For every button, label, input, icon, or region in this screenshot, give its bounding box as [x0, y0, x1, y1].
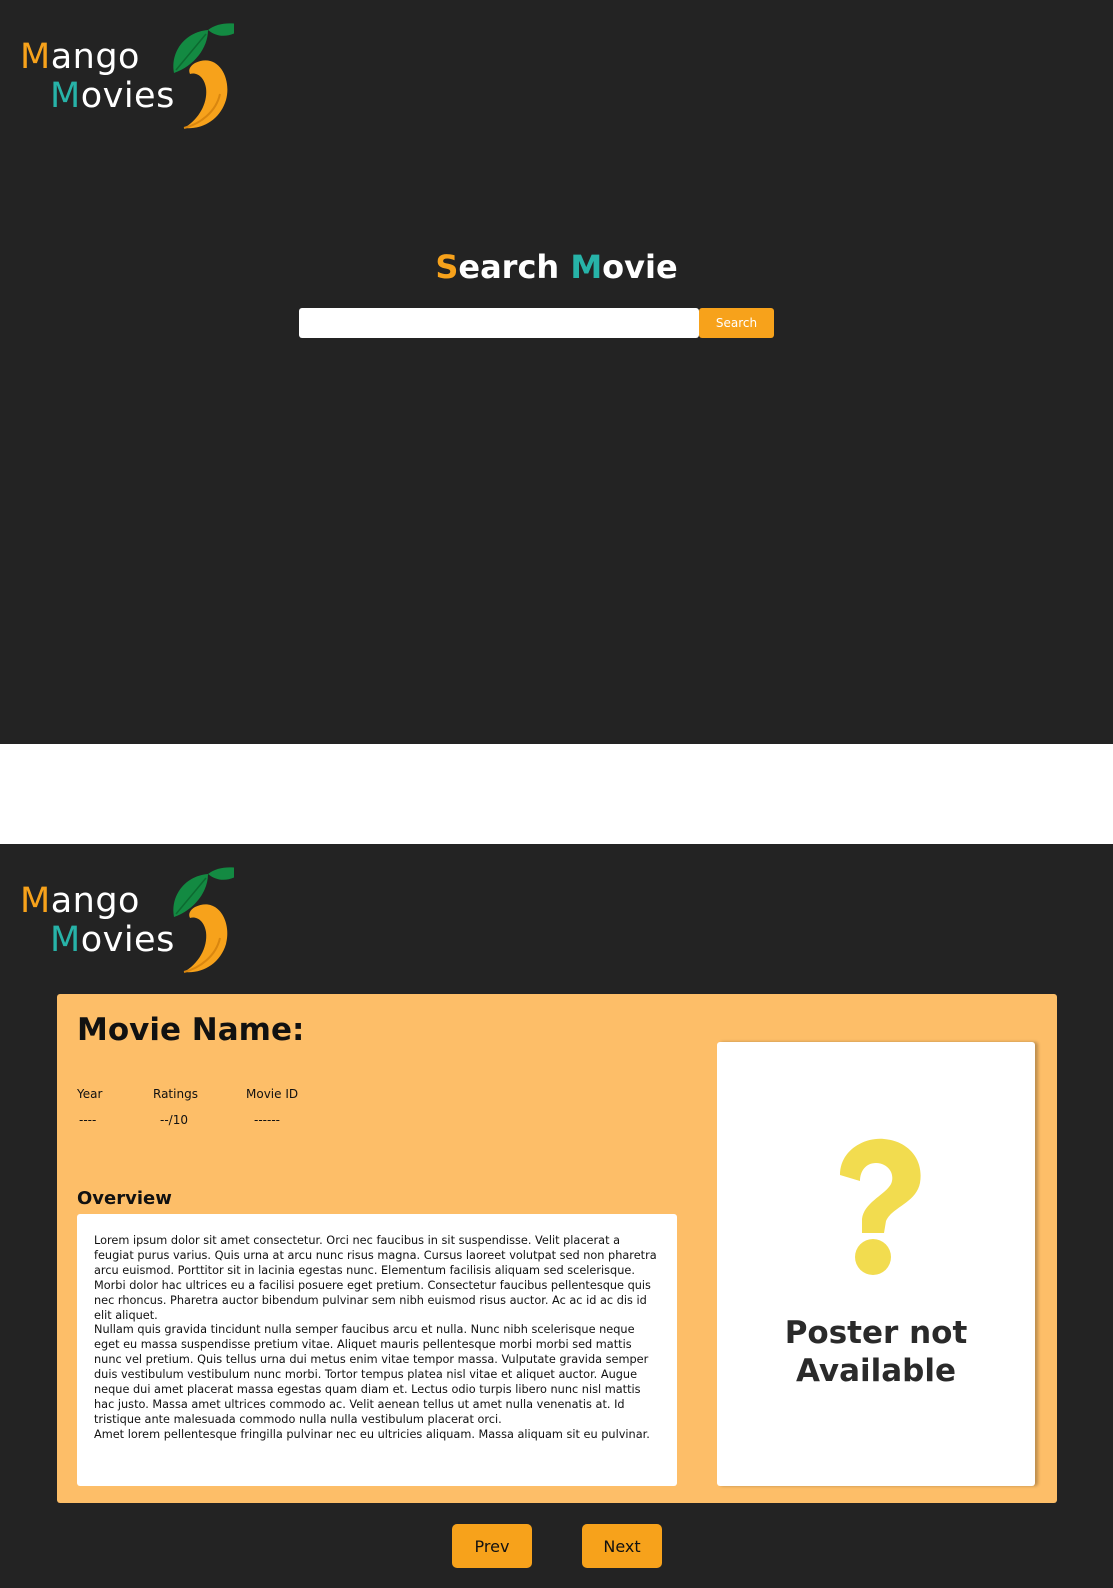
movie-id-label: Movie ID — [246, 1087, 299, 1101]
question-mark-icon — [840, 1138, 921, 1275]
logo-line-1: Mango — [20, 37, 140, 77]
search-input[interactable] — [299, 308, 699, 338]
overview-heading: Overview — [77, 1188, 172, 1209]
year-field: Year ---- — [77, 1087, 102, 1127]
brand-logo[interactable]: Mango Movies — [20, 20, 235, 132]
brand-logo[interactable]: Mango Movies — [20, 864, 235, 976]
year-label: Year — [77, 1087, 103, 1101]
movie-card: Movie Name: Year ---- Ratings --/10 Movi… — [57, 994, 1057, 1503]
search-button[interactable]: Search — [699, 308, 774, 338]
ratings-label: Ratings — [153, 1087, 198, 1101]
year-value: ---- — [79, 1113, 97, 1127]
search-screen: Mango Movies Search Movie Search — [0, 0, 1113, 744]
movie-id-field: Movie ID ------ — [246, 1087, 298, 1127]
movie-id-value: ------ — [254, 1113, 280, 1127]
next-button[interactable]: Next — [582, 1524, 662, 1568]
movie-name-heading: Movie Name: — [77, 1012, 305, 1048]
overview-paragraph: Lorem ipsum dolor sit amet consectetur. … — [94, 1234, 657, 1322]
overview-text-box: Lorem ipsum dolor sit amet consectetur. … — [77, 1214, 677, 1486]
overview-paragraph: Nullam quis gravida tincidunt nulla semp… — [94, 1323, 649, 1426]
page-title: Search Movie — [435, 248, 678, 286]
poster-unavailable-text: Poster not Available — [784, 1315, 968, 1389]
overview-paragraph: Amet lorem pellentesque fringilla pulvin… — [94, 1427, 650, 1441]
movie-detail-screen: Mango Movies Movie Name: Year ---- Ratin… — [0, 844, 1113, 1588]
logo-line-1: Mango — [20, 881, 140, 921]
ratings-value: --/10 — [160, 1113, 188, 1127]
ratings-field: Ratings --/10 — [153, 1087, 198, 1127]
mango-logo-icon — [173, 23, 234, 129]
prev-button[interactable]: Prev — [452, 1524, 532, 1568]
mango-logo-icon — [173, 867, 234, 973]
poster-placeholder: Poster not Available — [717, 1042, 1035, 1486]
